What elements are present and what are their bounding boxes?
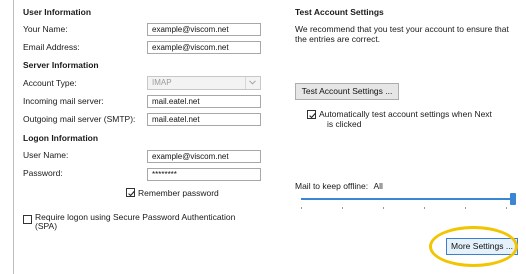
chevron-down-icon: [245, 77, 260, 89]
password-field[interactable]: ********: [147, 168, 261, 181]
test-description-line-2: the entries are correct.: [295, 34, 381, 44]
test-description: We recommend that you test your account …: [295, 24, 509, 44]
auto-test-label-line-2: is clicked: [327, 119, 362, 129]
remember-password-checkbox[interactable]: [126, 188, 135, 197]
checkmark-icon: [128, 190, 135, 197]
auto-test-checkbox[interactable]: [307, 110, 316, 119]
require-spa-label-line-1: Require logon using Secure Password Auth…: [35, 212, 236, 222]
remember-password-label: Remember password: [138, 188, 219, 198]
outgoing-mail-server-field[interactable]: mail.eatel.net: [147, 113, 261, 126]
offline-value: All: [373, 181, 383, 191]
outgoing-mail-server-label: Outgoing mail server (SMTP):: [23, 114, 136, 124]
offline-slider-thumb[interactable]: [510, 193, 516, 205]
test-description-line-1: We recommend that you test your account …: [295, 24, 509, 34]
slider-tick: [424, 207, 425, 209]
account-type-select: IMAP: [147, 76, 261, 90]
require-spa-label-line-2: (SPA): [35, 221, 58, 231]
server-information-header: Server Information: [23, 60, 99, 70]
account-type-label: Account Type:: [23, 78, 77, 88]
user-information-header: User Information: [23, 7, 92, 17]
slider-tick: [342, 207, 343, 209]
email-address-field[interactable]: example@viscom.net: [147, 41, 261, 54]
checkmark-icon: [309, 112, 316, 119]
slider-tick: [506, 207, 507, 209]
test-account-settings-button[interactable]: Test Account Settings ...: [295, 83, 399, 100]
slider-tick: [383, 207, 384, 209]
incoming-mail-server-field[interactable]: mail.eatel.net: [147, 95, 261, 108]
offline-label-text: Mail to keep offline:: [295, 181, 369, 191]
logon-information-header: Logon Information: [23, 133, 99, 143]
your-name-label: Your Name:: [23, 24, 68, 34]
more-settings-button[interactable]: More Settings ...: [446, 238, 518, 255]
user-name-field[interactable]: example@viscom.net: [147, 150, 261, 163]
require-spa-label: Require logon using Secure Password Auth…: [35, 213, 235, 231]
account-type-value: IMAP: [152, 78, 172, 87]
user-name-label: User Name:: [23, 150, 69, 160]
offline-slider-track: [301, 198, 516, 200]
offline-slider-fill: [301, 198, 516, 200]
auto-test-label-line-1: Automatically test account settings when…: [319, 109, 492, 119]
your-name-field[interactable]: example@viscom.net: [147, 23, 261, 36]
test-account-settings-header: Test Account Settings: [295, 7, 384, 17]
account-settings-panel: User Information Your Name: example@visc…: [13, 0, 526, 274]
mail-to-keep-offline-label: Mail to keep offline: All: [295, 181, 383, 191]
password-label: Password:: [23, 168, 63, 178]
auto-test-label: Automatically test account settings when…: [319, 109, 492, 129]
incoming-mail-server-label: Incoming mail server:: [23, 96, 104, 106]
email-address-label: Email Address:: [23, 42, 80, 52]
slider-tick: [465, 207, 466, 209]
slider-tick: [301, 207, 302, 209]
require-spa-checkbox[interactable]: [23, 215, 32, 224]
